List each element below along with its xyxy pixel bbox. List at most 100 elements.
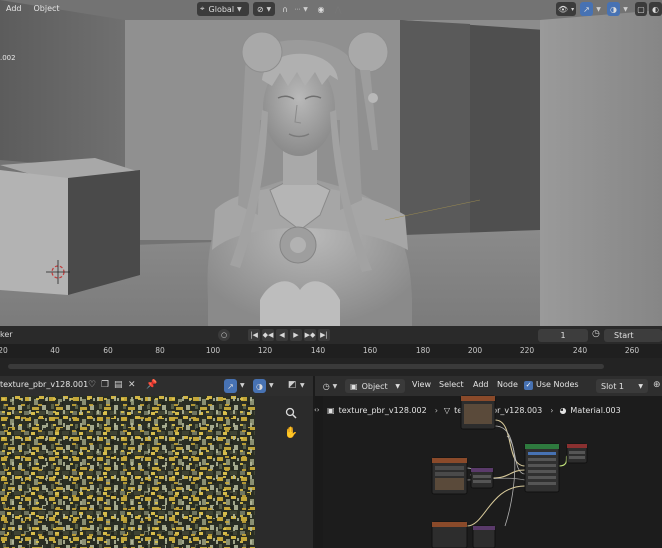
gizmo-icon: ↗ [583, 4, 590, 14]
bottom-area: texture_pbr_v128.001 ♡ ❐ ▤ ✕ 📌 ↗ ▼ ◑ ▼ ◩… [0, 376, 662, 548]
timeline-ruler[interactable]: 20 40 60 80 100 120 140 160 180 200 220 … [0, 344, 662, 358]
normal-map-node[interactable] [472, 525, 496, 548]
falloff-button[interactable]: ⋀ [330, 2, 346, 16]
image-texture-node[interactable] [460, 395, 496, 430]
shader-node-editor[interactable]: ◷ ▼ ▣ Object ▼ View Select Add Node ✓ Use … [314, 376, 662, 548]
start-frame-label: Start [614, 331, 634, 340]
proportional-edit-icon: ◉ [317, 4, 325, 14]
hand-pan-icon: ✋ [284, 425, 298, 439]
gizmo-dropdown[interactable]: ▼ [594, 2, 603, 16]
xray-toggle[interactable]: ▢ [635, 2, 647, 16]
overlay-dropdown[interactable]: ▼ [621, 2, 630, 16]
object-name-overlay: .002 [0, 54, 16, 62]
open-image-icon[interactable]: ▤ [114, 380, 123, 390]
pan-button[interactable]: ✋ [281, 423, 301, 441]
jump-end-button[interactable]: ▶| [318, 329, 330, 341]
start-frame-field[interactable]: Start [604, 329, 662, 342]
menu-object[interactable]: Object [28, 0, 66, 18]
jump-start-icon: |◀ [250, 331, 258, 339]
image-texture-node[interactable] [431, 457, 468, 495]
proportional-edit-button[interactable]: ◉ [315, 2, 327, 16]
display-channels-icon[interactable]: ◩ [288, 380, 297, 390]
snap-target-button[interactable]: ⋯ ▼ [292, 2, 310, 16]
image-editor-gizmo-area: ✋ [255, 396, 313, 548]
chevron-down-icon[interactable]: ▼ [300, 382, 305, 389]
ruler-tick: 220 [519, 346, 535, 355]
timeline-body[interactable] [0, 358, 662, 376]
chevron-down-icon: ▼ [596, 5, 601, 13]
timeline-header: ker ○ |◀ ◆◀ ◀ ▶ ▶◆ ▶| 1 ◷ Start [0, 326, 662, 344]
chevron-down-icon: ▾ [571, 5, 575, 13]
image-editor-header: texture_pbr_v128.001 ♡ ❐ ▤ ✕ 📌 ↗ ▼ ◑ ▼ ◩… [0, 376, 313, 396]
ruler-tick: 40 [50, 346, 60, 355]
record-icon: ○ [220, 331, 228, 339]
material-output-node[interactable] [566, 443, 588, 464]
ruler-tick: 120 [257, 346, 273, 355]
overlay-icon: ◑ [256, 381, 263, 391]
clock-icon: ◷ [592, 329, 600, 339]
fake-user-icon[interactable]: ♡ [88, 380, 96, 390]
image-editor[interactable]: texture_pbr_v128.001 ♡ ❐ ▤ ✕ 📌 ↗ ▼ ◑ ▼ ◩… [0, 376, 313, 548]
pin-icon[interactable]: 📌 [146, 380, 157, 390]
visibility-button[interactable]: 👁 ▾ [556, 2, 576, 16]
chevron-down-icon: ▼ [623, 5, 628, 13]
gizmo-toggle[interactable]: ↗ [580, 2, 593, 16]
node-graph[interactable] [315, 376, 662, 548]
zoom-icon [285, 407, 297, 419]
transform-orientation-value: Global [208, 4, 235, 14]
timeline-marker-menu[interactable]: ker [0, 330, 13, 339]
close-icon[interactable]: ✕ [128, 380, 136, 390]
prev-keyframe-icon: ◆◀ [262, 331, 274, 339]
image-overlay-toggle[interactable]: ◑ [253, 379, 266, 393]
ruler-tick: 60 [103, 346, 113, 355]
jump-prev-keyframe-button[interactable]: ◆◀ [262, 329, 274, 341]
jump-start-button[interactable]: |◀ [248, 329, 260, 341]
overlay-toggle[interactable]: ◑ [607, 2, 620, 16]
ruler-tick: 80 [155, 346, 165, 355]
timeline-scrollbar[interactable] [8, 364, 604, 369]
current-frame-field[interactable]: 1 [538, 329, 588, 342]
gizmo-icon: ↗ [227, 381, 234, 391]
image-name-field[interactable]: texture_pbr_v128.001 [0, 380, 88, 389]
jump-next-keyframe-button[interactable]: ▶◆ [304, 329, 316, 341]
pivot-icon: ⊘ [256, 4, 264, 14]
play-icon: ▶ [293, 331, 299, 339]
zoom-button[interactable] [281, 404, 301, 422]
play-reverse-button[interactable]: ◀ [276, 329, 288, 341]
texture-image [0, 396, 255, 548]
ruler-tick: 100 [205, 346, 221, 355]
transform-orientation-dropdown[interactable]: ⌖ Global ▼ [197, 2, 249, 16]
uv-sync-button[interactable]: ↗ [224, 379, 237, 393]
ruler-tick: 160 [362, 346, 378, 355]
image-texture-node[interactable] [431, 521, 468, 548]
snap-increment-icon: ⋯ [294, 5, 301, 13]
chevron-down-icon[interactable]: ▼ [240, 382, 245, 389]
ruler-tick: 200 [467, 346, 483, 355]
ruler-tick: 20 [0, 346, 8, 355]
play-button[interactable]: ▶ [290, 329, 302, 341]
principled-bsdf-node[interactable] [524, 443, 560, 493]
next-keyframe-icon: ▶◆ [304, 331, 316, 339]
3d-viewport[interactable]: Add Object ⌖ Global ▼ ⊘ ▼ ∩ ⋯ ▼ ◉ ⋀ 👁 ▾ ↗ ▼… [0, 0, 662, 326]
xray-icon: ▢ [637, 4, 645, 14]
menu-add[interactable]: Add [0, 0, 28, 18]
timeline[interactable]: ker ○ |◀ ◆◀ ◀ ▶ ▶◆ ▶| 1 ◷ Start 20 40 60… [0, 326, 662, 376]
record-button[interactable]: ○ [218, 329, 230, 341]
chevron-down-icon: ▼ [303, 5, 308, 13]
ruler-tick: 140 [310, 346, 326, 355]
solid-shading-icon: ◐ [652, 4, 659, 14]
chevron-down-icon[interactable]: ▼ [269, 382, 274, 389]
solid-shading-button[interactable]: ◐ [649, 2, 662, 16]
chevron-down-icon: ▼ [237, 5, 242, 13]
duplicate-image-icon[interactable]: ❐ [101, 380, 109, 390]
playback-controls: ○ |◀ ◆◀ ◀ ▶ ▶◆ ▶| [218, 329, 330, 341]
color-ramp-node[interactable] [470, 467, 494, 489]
chevron-down-icon: ▼ [266, 5, 272, 13]
snap-button[interactable]: ∩ [278, 2, 292, 16]
magnet-icon: ∩ [282, 4, 288, 14]
jump-end-icon: ▶| [320, 331, 328, 339]
falloff-icon: ⋀ [334, 4, 342, 14]
axis-orientation-icon: ⌖ [200, 4, 205, 13]
texture-preview [0, 396, 255, 548]
pivot-point-button[interactable]: ⊘ ▼ [253, 2, 275, 16]
